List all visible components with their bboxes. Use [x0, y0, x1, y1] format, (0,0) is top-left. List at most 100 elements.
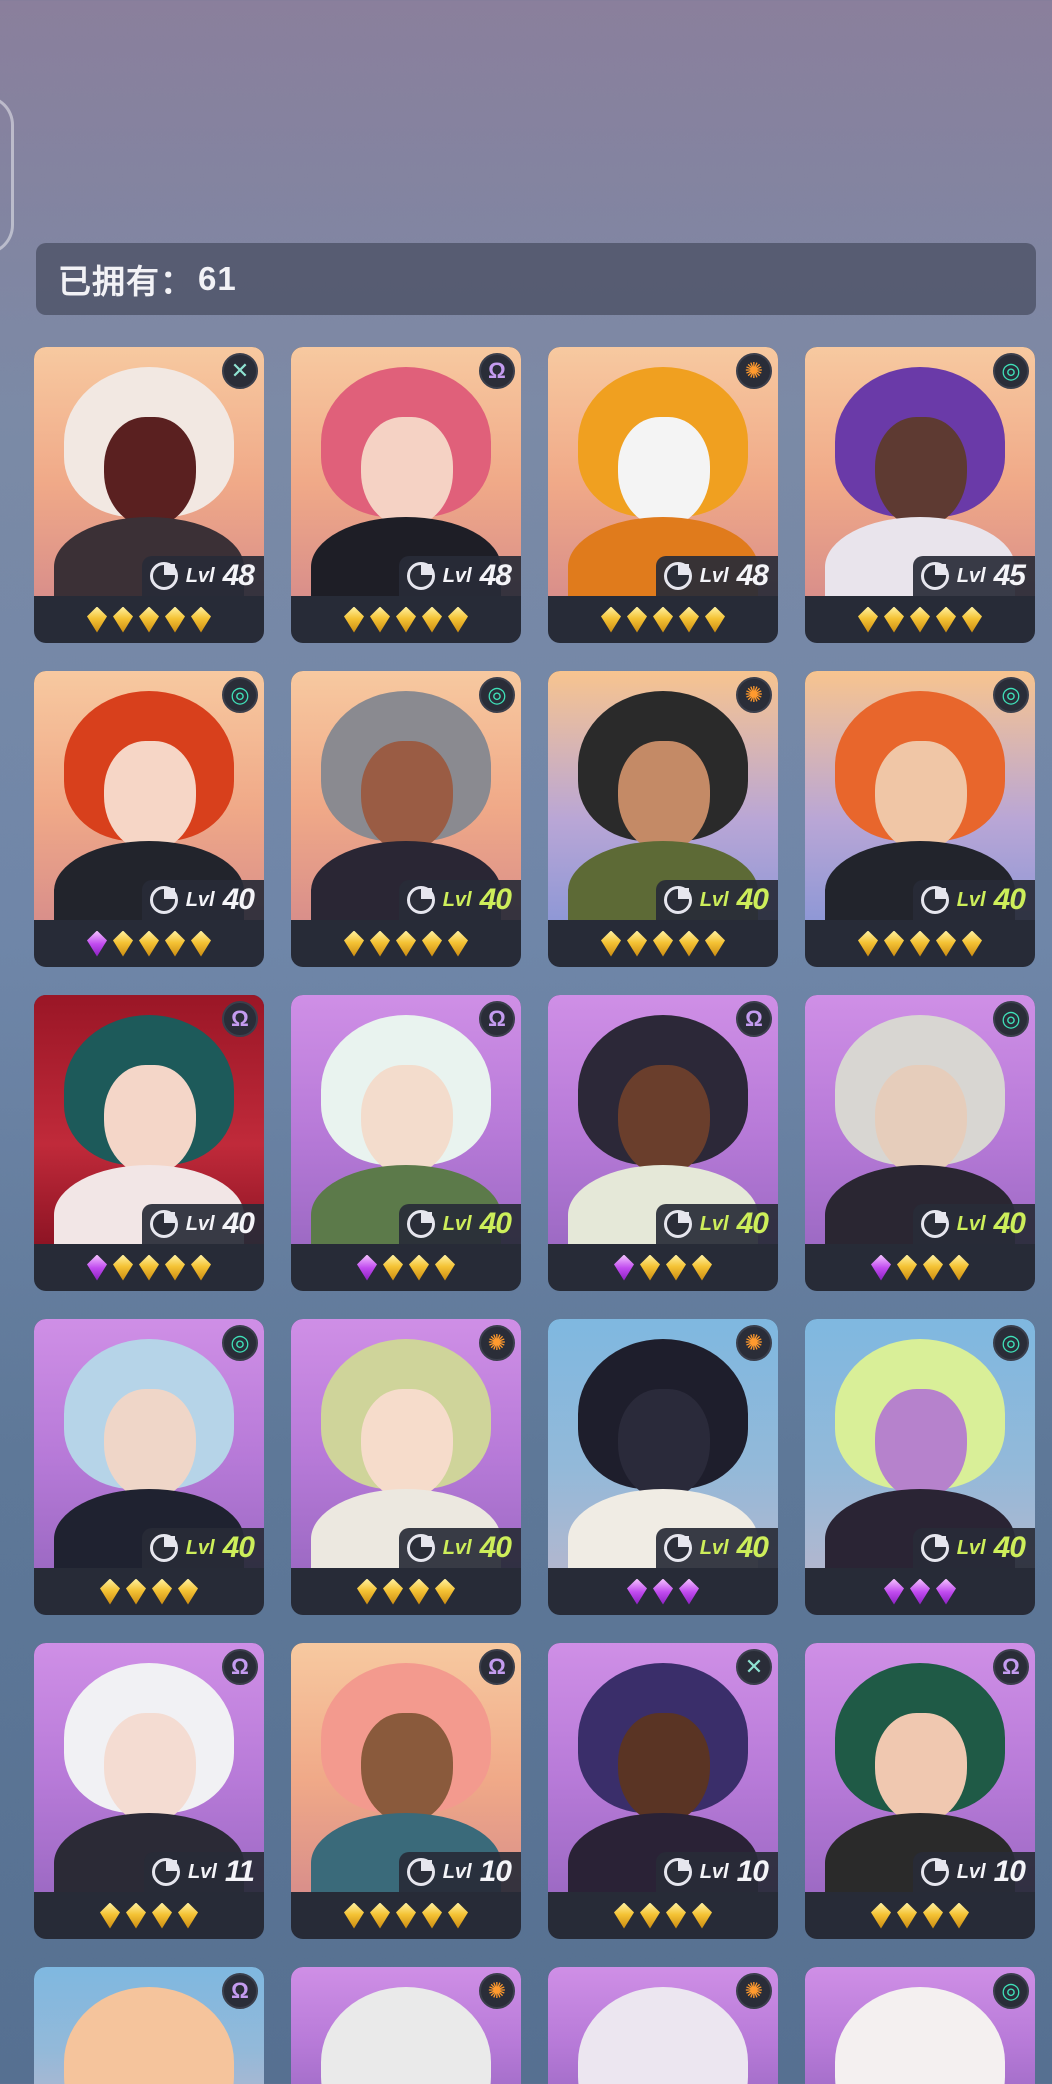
hero-portrait: Ω	[34, 1967, 264, 2084]
level-value: 40	[222, 1531, 255, 1564]
hero-face	[361, 741, 453, 851]
star-rating	[291, 920, 521, 967]
purple-gem-icon	[357, 1254, 377, 1281]
star-rating	[291, 1244, 521, 1291]
hero-card[interactable]: ✺	[548, 1967, 778, 2084]
swirl-element-icon: ◎	[993, 677, 1029, 713]
hero-card[interactable]: ✺ Lvl 48	[548, 347, 778, 643]
purple-gem-icon	[936, 1578, 956, 1605]
hero-card[interactable]: ◎ Lvl 45	[805, 347, 1035, 643]
hero-card[interactable]: ◎ Lvl 40	[805, 1319, 1035, 1615]
owned-label: 已拥有：	[58, 263, 194, 300]
hero-card[interactable]: ✺ Lvl 40	[548, 1319, 778, 1615]
class-icon	[406, 886, 435, 914]
sun-element-icon: ✺	[736, 1973, 772, 2009]
gold-gem-icon	[897, 1902, 917, 1929]
hero-face	[875, 1389, 967, 1499]
owned-count: 61	[198, 260, 237, 297]
gold-gem-icon	[448, 606, 468, 633]
hero-face	[618, 1065, 710, 1175]
gold-gem-icon	[666, 1254, 686, 1281]
star-rating	[548, 1568, 778, 1615]
hero-hair	[578, 1987, 748, 2084]
hero-card[interactable]: Ω Lvl 40	[548, 995, 778, 1291]
gold-gem-icon	[962, 930, 982, 957]
hero-card[interactable]: ✺ Lvl 40	[548, 671, 778, 967]
gold-gem-icon	[936, 930, 956, 957]
gold-gem-icon	[178, 1902, 198, 1929]
level-value: 40	[479, 1531, 512, 1564]
hero-card[interactable]: ✕ Lvl 48	[34, 347, 264, 643]
level-tag: Lvl 40	[141, 1204, 264, 1244]
hero-face	[875, 1065, 967, 1175]
star-rating	[548, 1244, 778, 1291]
swirl-element-icon: ◎	[993, 1325, 1029, 1361]
level-value: 40	[222, 1207, 255, 1240]
gold-gem-icon	[344, 1902, 364, 1929]
level-tag: Lvl 40	[398, 1204, 521, 1244]
hero-card[interactable]: Ω Lvl 40	[291, 995, 521, 1291]
hero-card[interactable]: ✺ Lvl 40	[291, 1319, 521, 1615]
level-tag: Lvl 40	[912, 1528, 1035, 1568]
class-icon	[920, 1210, 949, 1238]
level-value: 40	[736, 883, 769, 916]
star-rating	[291, 1892, 521, 1939]
hero-card[interactable]: ◎ Lvl 40	[291, 671, 521, 967]
hero-card[interactable]: ◎ Lvl 40	[805, 671, 1035, 967]
hero-card[interactable]: ◎ Lvl 40	[34, 1319, 264, 1615]
purple-gem-icon	[910, 1578, 930, 1605]
hero-card[interactable]: Ω	[34, 1967, 264, 2084]
class-icon	[406, 1534, 435, 1562]
class-icon	[406, 1858, 435, 1886]
hero-card[interactable]: ◎	[805, 1967, 1035, 2084]
hero-card[interactable]: Ω Lvl 10	[291, 1643, 521, 1939]
level-tag: Lvl 40	[141, 880, 264, 920]
gold-gem-icon	[601, 606, 621, 633]
class-icon	[663, 1858, 692, 1886]
hero-card[interactable]: Ω Lvl 40	[34, 995, 264, 1291]
hero-card[interactable]: ✕ Lvl 10	[548, 1643, 778, 1939]
level-value: 40	[993, 1531, 1026, 1564]
gold-gem-icon	[422, 930, 442, 957]
level-tag: Lvl 40	[398, 880, 521, 920]
level-tag: Lvl 10	[912, 1852, 1035, 1892]
hero-face	[618, 741, 710, 851]
hero-card[interactable]: Ω Lvl 11	[34, 1643, 264, 1939]
hero-card[interactable]: ◎ Lvl 40	[805, 995, 1035, 1291]
level-tag: Lvl 10	[398, 1852, 521, 1892]
omega-element-icon: Ω	[479, 1001, 515, 1037]
gold-gem-icon	[139, 1254, 159, 1281]
gold-gem-icon	[165, 1254, 185, 1281]
hero-grid: ✕ Lvl 48 Ω Lvl 48 ✺ Lvl 48 ◎ Lvl 45 ◎ Lvl 40 ◎ Lvl 40 ✺ Lvl…	[34, 347, 1035, 2084]
hero-face	[104, 741, 196, 851]
level-value: 40	[736, 1531, 769, 1564]
level-label: Lvl	[699, 1860, 729, 1883]
gold-gem-icon	[113, 606, 133, 633]
gold-gem-icon	[679, 930, 699, 957]
hero-card[interactable]: ✺	[291, 1967, 521, 2084]
hero-card[interactable]: ◎ Lvl 40	[34, 671, 264, 967]
hero-portrait: ✺	[548, 1967, 778, 2084]
gold-gem-icon	[936, 606, 956, 633]
level-tag: Lvl 45	[912, 556, 1035, 596]
star-rating	[805, 920, 1035, 967]
side-panel-tab[interactable]	[0, 95, 14, 255]
star-rating	[805, 1244, 1035, 1291]
hero-hair	[835, 1987, 1005, 2084]
gold-gem-icon	[923, 1254, 943, 1281]
level-label: Lvl	[699, 888, 729, 911]
gold-gem-icon	[191, 1254, 211, 1281]
cross-element-icon: ✕	[222, 353, 258, 389]
level-label: Lvl	[442, 1536, 472, 1559]
gold-gem-icon	[705, 930, 725, 957]
hero-card[interactable]: Ω Lvl 48	[291, 347, 521, 643]
hero-card[interactable]: Ω Lvl 10	[805, 1643, 1035, 1939]
sun-element-icon: ✺	[736, 677, 772, 713]
level-value: 11	[224, 1855, 255, 1888]
sun-element-icon: ✺	[479, 1325, 515, 1361]
level-value: 40	[479, 883, 512, 916]
purple-gem-icon	[87, 1254, 107, 1281]
purple-gem-icon	[627, 1578, 647, 1605]
level-value: 48	[479, 559, 512, 592]
star-rating	[805, 596, 1035, 643]
